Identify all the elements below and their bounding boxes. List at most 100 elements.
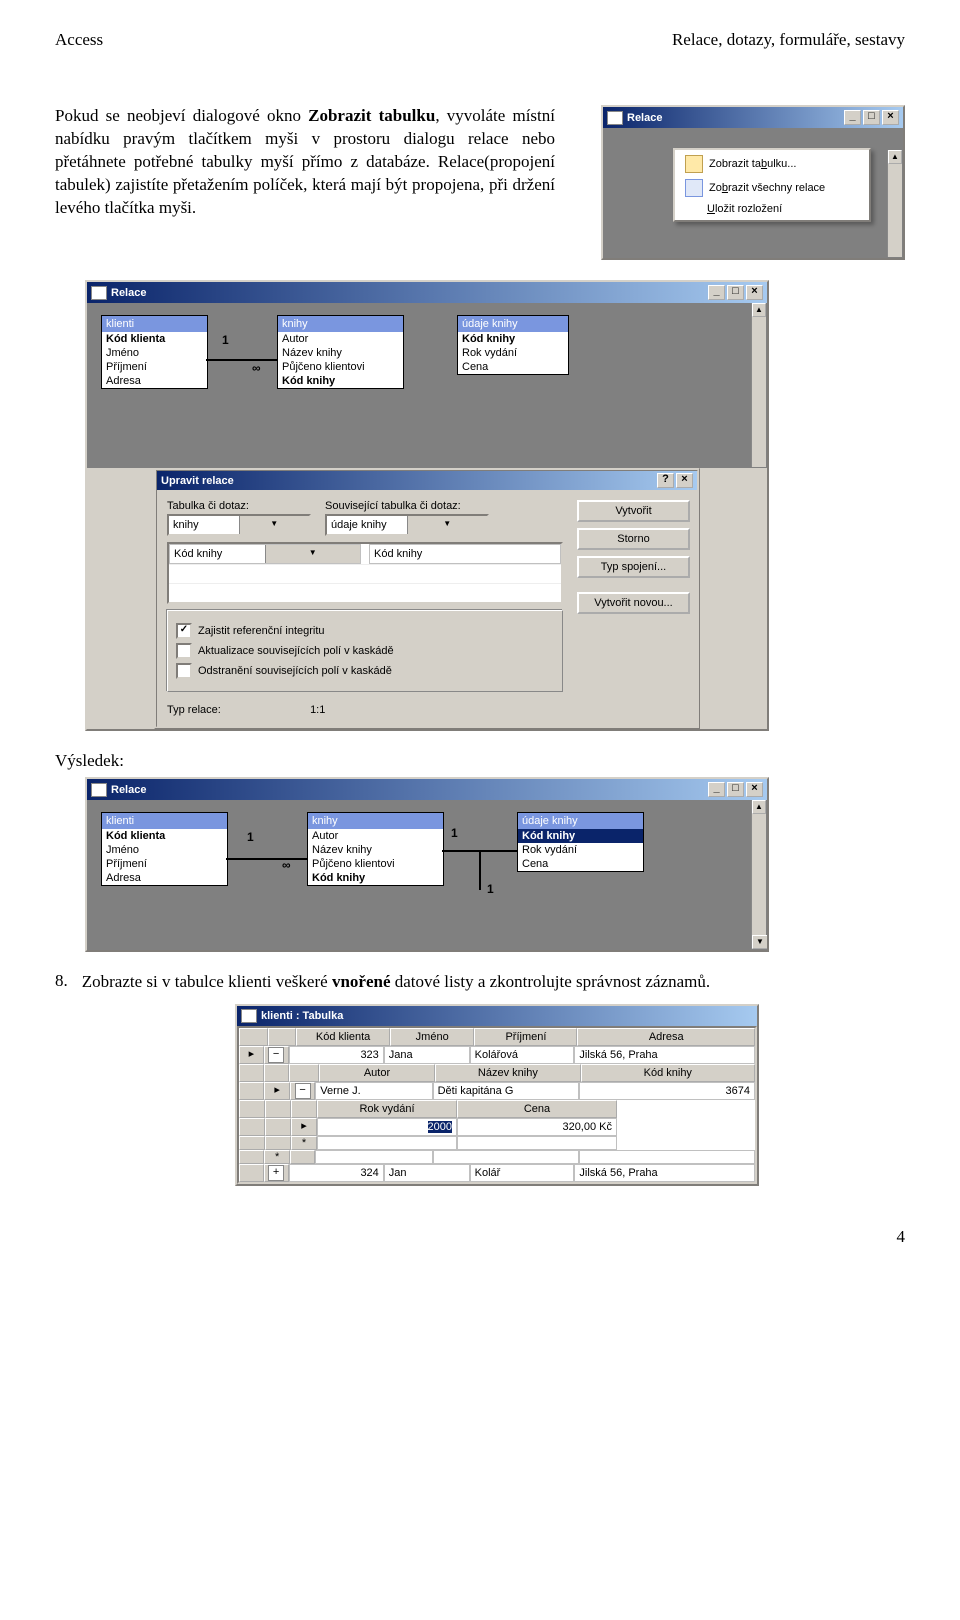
- chevron-down-icon[interactable]: ▼: [407, 516, 488, 534]
- list-number-8: 8.: [55, 971, 68, 994]
- dialog-titlebar[interactable]: Upravit relace ? ×: [157, 471, 697, 490]
- col-jmeno[interactable]: Jméno: [390, 1028, 474, 1046]
- maximize-button[interactable]: □: [727, 285, 744, 300]
- cardinality-infinity: ∞: [252, 361, 261, 375]
- close-button[interactable]: ×: [746, 782, 763, 797]
- relace-icon: [91, 286, 107, 300]
- table-row[interactable]: ▸ − Verne J. Děti kapitána G 3674: [239, 1082, 755, 1100]
- datasheet-header: Kód klienta Jméno Příjmení Adresa: [239, 1028, 755, 1046]
- menu-show-all-relations[interactable]: Zobrazit všechny relace: [677, 176, 867, 200]
- selected-value[interactable]: 2000: [428, 1121, 452, 1133]
- page-number: 4: [55, 1227, 905, 1247]
- scrollbar-vertical[interactable]: ▲▼: [751, 800, 766, 949]
- combo-left-table[interactable]: knihy▼: [167, 514, 311, 536]
- doc-header-right: Relace, dotazy, formuláře, sestavy: [672, 30, 905, 50]
- chevron-down-icon[interactable]: ▼: [239, 516, 310, 534]
- create-button[interactable]: Vytvořit: [577, 500, 690, 522]
- menu-save-layout[interactable]: Uložit rozložení: [677, 200, 867, 218]
- table-udaje-knihy[interactable]: údaje knihy Kód knihy Rok vydání Cena: [457, 315, 569, 375]
- col-autor[interactable]: Autor: [319, 1064, 435, 1082]
- relation-canvas[interactable]: klienti Kód klienta Jméno Příjmení Adres…: [87, 800, 767, 950]
- join-type-button[interactable]: Typ spojení...: [577, 556, 690, 578]
- help-button[interactable]: ?: [657, 473, 674, 488]
- cardinality-1: 1: [247, 830, 254, 844]
- col-kod-klienta[interactable]: Kód klienta: [296, 1028, 390, 1046]
- dialog-title: Upravit relace: [161, 475, 653, 487]
- value-relation-type: 1:1: [310, 704, 325, 716]
- doc-header-left: Access: [55, 30, 103, 50]
- relace-icon: [607, 111, 623, 125]
- col-prijmeni[interactable]: Příjmení: [474, 1028, 577, 1046]
- subdatasheet-header: Autor Název knihy Kód knihy: [239, 1064, 755, 1082]
- relation-line: [479, 850, 481, 890]
- maximize-button[interactable]: □: [863, 110, 880, 125]
- chevron-down-icon[interactable]: ▼: [265, 545, 361, 563]
- cancel-button[interactable]: Storno: [577, 528, 690, 550]
- window-title: Relace: [111, 784, 704, 796]
- create-new-button[interactable]: Vytvořit novou...: [577, 592, 690, 614]
- new-record-icon[interactable]: *: [264, 1150, 289, 1164]
- relace-title: Relace: [111, 287, 704, 299]
- collapse-icon[interactable]: −: [295, 1083, 311, 1099]
- context-window: Relace _ □ × ▲ Zobrazit tabulku... Zobra…: [601, 105, 905, 260]
- combo-right-table[interactable]: údaje knihy▼: [325, 514, 489, 536]
- table-klienti[interactable]: klienti Kód klienta Jméno Příjmení Adres…: [101, 315, 208, 389]
- new-row[interactable]: *: [239, 1136, 755, 1150]
- relace-titlebar[interactable]: Relace _ □ ×: [87, 779, 767, 800]
- table-knihy[interactable]: knihy Autor Název knihy Půjčeno klientov…: [307, 812, 444, 886]
- table-row[interactable]: ▸ 2000 320,00 Kč: [239, 1118, 755, 1136]
- col-kod-knihy[interactable]: Kód knihy: [581, 1064, 755, 1082]
- close-button[interactable]: ×: [882, 110, 899, 125]
- cardinality-infinity: ∞: [282, 858, 291, 872]
- context-menu: Zobrazit tabulku... Zobrazit všechny rel…: [673, 148, 871, 222]
- context-titlebar[interactable]: Relace _ □ ×: [603, 107, 903, 128]
- relace-titlebar[interactable]: Relace _ □ ×: [87, 282, 767, 303]
- record-selector-icon[interactable]: ▸: [264, 1082, 289, 1100]
- check-referential-integrity[interactable]: ✓Zajistit referenční integritu: [176, 623, 554, 639]
- field-right[interactable]: Kód knihy: [369, 544, 561, 564]
- new-row[interactable]: *: [239, 1150, 755, 1164]
- relation-canvas[interactable]: klienti Kód klienta Jméno Příjmení Adres…: [87, 303, 767, 468]
- table-row[interactable]: ▸ − 323 Jana Kolářová Jilská 56, Praha: [239, 1046, 755, 1064]
- scrollbar-vertical[interactable]: ▲: [887, 150, 902, 257]
- check-cascade-update[interactable]: Aktualizace souvisejících polí v kaskádě: [176, 643, 554, 659]
- cardinality-1: 1: [222, 333, 229, 347]
- table-knihy[interactable]: knihy Autor Název knihy Půjčeno klientov…: [277, 315, 404, 389]
- record-selector-icon[interactable]: ▸: [239, 1046, 264, 1064]
- label-related-table: Související tabulka či dotaz:: [325, 500, 495, 512]
- relace-window: Relace _ □ × klienti Kód klienta Jméno P…: [85, 280, 769, 731]
- label-relation-type: Typ relace:: [167, 704, 307, 716]
- cardinality-1: 1: [487, 882, 494, 896]
- col-cena[interactable]: Cena: [457, 1100, 617, 1118]
- menu-show-table[interactable]: Zobrazit tabulku...: [677, 152, 867, 176]
- cardinality-1: 1: [451, 826, 458, 840]
- relace-icon: [91, 783, 107, 797]
- datasheet-titlebar[interactable]: klienti : Tabulka: [237, 1006, 757, 1026]
- expand-icon[interactable]: +: [268, 1165, 284, 1181]
- edit-relations-dialog: Upravit relace ? × Tabulka či dotaz: kni…: [154, 468, 700, 729]
- window-title: klienti : Tabulka: [261, 1010, 753, 1022]
- klienti-datasheet-window: klienti : Tabulka Kód klienta Jméno Příj…: [235, 1004, 759, 1186]
- col-nazev-knihy[interactable]: Název knihy: [435, 1064, 580, 1082]
- table-row[interactable]: + 324 Jan Kolář Jilská 56, Praha: [239, 1164, 755, 1182]
- label-table: Tabulka či dotaz:: [167, 500, 317, 512]
- close-button[interactable]: ×: [746, 285, 763, 300]
- col-rok-vydani[interactable]: Rok vydání: [317, 1100, 457, 1118]
- minimize-button[interactable]: _: [708, 285, 725, 300]
- collapse-icon[interactable]: −: [268, 1047, 284, 1063]
- minimize-button[interactable]: _: [844, 110, 861, 125]
- record-selector-icon[interactable]: ▸: [291, 1118, 317, 1136]
- relace-window-result: Relace _ □ × klienti Kód klienta Jméno P…: [85, 777, 769, 952]
- table-icon: [685, 155, 703, 173]
- table-klienti[interactable]: klienti Kód klienta Jméno Příjmení Adres…: [101, 812, 228, 886]
- new-record-icon[interactable]: *: [291, 1136, 317, 1150]
- relation-line: [206, 359, 277, 361]
- check-cascade-delete[interactable]: Odstranění souvisejících polí v kaskádě: [176, 663, 554, 679]
- col-adresa[interactable]: Adresa: [577, 1028, 755, 1046]
- maximize-button[interactable]: □: [727, 782, 744, 797]
- table-udaje-knihy[interactable]: údaje knihy Kód knihy Rok vydání Cena: [517, 812, 644, 872]
- minimize-button[interactable]: _: [708, 782, 725, 797]
- close-button[interactable]: ×: [676, 473, 693, 488]
- scrollbar-vertical[interactable]: ▲: [751, 303, 766, 467]
- field-left[interactable]: Kód knihy▼: [169, 544, 361, 564]
